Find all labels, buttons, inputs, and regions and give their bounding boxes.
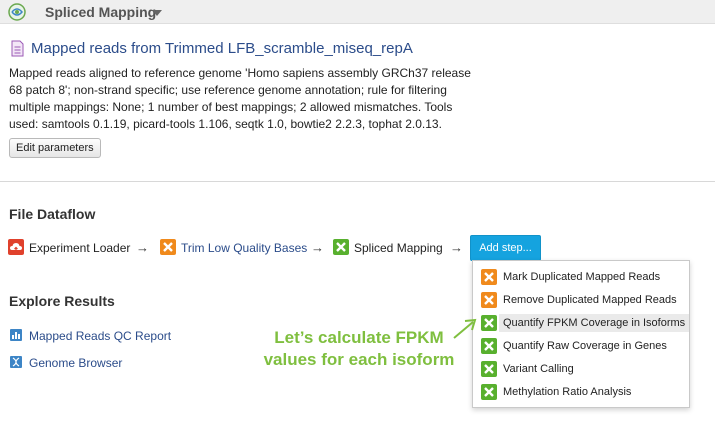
step-label: Spliced Mapping — [354, 241, 443, 255]
x-app-icon — [481, 269, 497, 285]
chevron-down-icon[interactable] — [152, 10, 162, 16]
x-app-icon — [481, 292, 497, 308]
file-description: Mapped reads aligned to reference genome… — [9, 66, 471, 131]
menu-item-label: Variant Calling — [503, 363, 574, 375]
flow-arrow: → — [136, 240, 149, 255]
x-app-icon — [481, 361, 497, 377]
explore-item-label[interactable]: Mapped Reads QC Report — [29, 329, 171, 343]
menu-item-label: Remove Duplicated Mapped Reads — [503, 294, 677, 306]
flow-arrow: → — [450, 240, 463, 255]
annotation-callout: Let’s calculate FPKM values for each iso… — [247, 327, 471, 371]
dataflow-step-spliced-mapping: Spliced Mapping — [333, 238, 443, 258]
explore-heading: Explore Results — [9, 293, 115, 309]
explore-item-label[interactable]: Genome Browser — [29, 356, 122, 370]
file-title: Mapped reads from Trimmed LFB_scramble_m… — [31, 40, 413, 57]
section-divider — [0, 181, 715, 182]
annotation-line: Let’s calculate FPKM — [274, 328, 444, 347]
menu-item-label: Methylation Ratio Analysis — [503, 386, 632, 398]
app-title[interactable]: Spliced Mapping — [45, 4, 156, 20]
explore-item-mapped-reads-qc-report[interactable]: Mapped Reads QC Report — [9, 327, 171, 345]
menu-item-label: Mark Duplicated Mapped Reads — [503, 271, 661, 283]
x-app-icon — [481, 315, 497, 331]
report-icon — [10, 329, 22, 341]
cloud-upload-icon — [8, 239, 24, 255]
step-label: Experiment Loader — [29, 241, 131, 255]
x-app-icon — [160, 239, 176, 255]
annotation-line: values for each isoform — [263, 350, 455, 369]
step-label[interactable]: Trim Low Quality Bases — [181, 241, 307, 255]
dataflow-step-experiment-loader: Experiment Loader — [8, 238, 130, 258]
x-app-icon — [481, 338, 497, 354]
x-app-icon — [481, 384, 497, 400]
add-step-menu: Mark Duplicated Mapped Reads Remove Dupl… — [472, 260, 690, 408]
dna-icon — [10, 356, 22, 368]
top-bar: Spliced Mapping — [0, 0, 715, 24]
menu-item-label: Quantify FPKM Coverage in Isoforms — [499, 314, 690, 332]
file-icon — [11, 40, 24, 57]
dataflow-heading: File Dataflow — [9, 206, 96, 222]
dataflow-step-trim-low-quality-bases[interactable]: Trim Low Quality Bases — [160, 238, 307, 258]
annotation-arrow-icon — [453, 318, 477, 339]
explore-item-genome-browser[interactable]: Genome Browser — [9, 354, 122, 372]
x-app-icon — [333, 239, 349, 255]
add-step-button[interactable]: Add step... — [470, 235, 541, 261]
app-logo-icon[interactable] — [8, 3, 26, 21]
flow-arrow: → — [311, 240, 324, 255]
edit-parameters-button[interactable]: Edit parameters — [9, 138, 101, 158]
menu-item-label: Quantify Raw Coverage in Genes — [503, 340, 667, 352]
